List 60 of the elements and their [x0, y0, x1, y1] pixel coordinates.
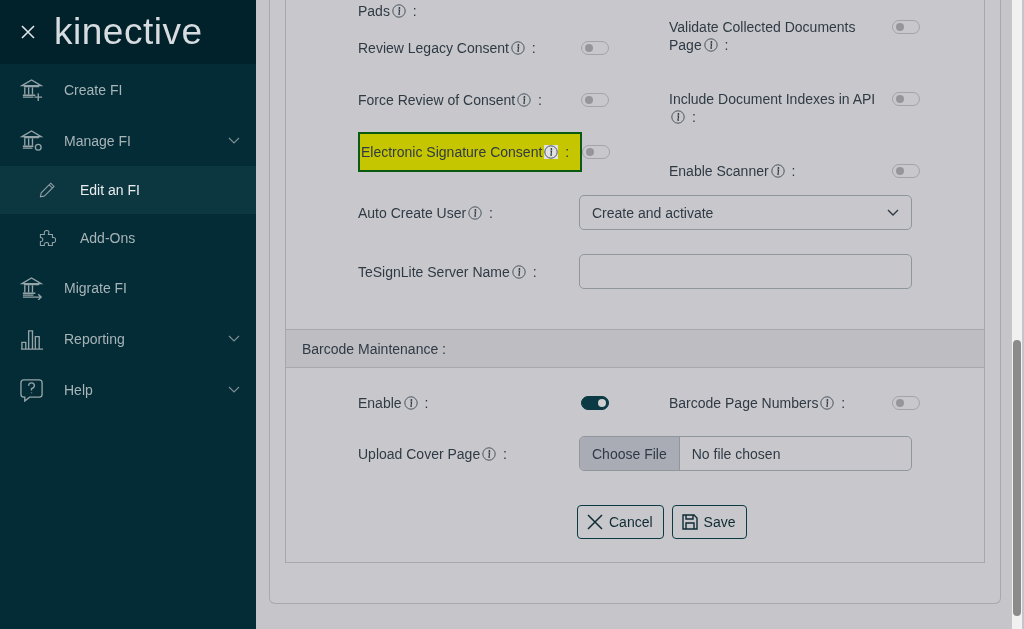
info-icon[interactable] [703, 38, 718, 52]
info-icon[interactable] [517, 93, 532, 107]
toggle-switch[interactable] [892, 396, 920, 410]
sidebar-subitem[interactable]: Edit an FI [0, 166, 256, 214]
info-icon[interactable] [468, 205, 483, 220]
section-header: Barcode Maintenance : [286, 329, 984, 368]
dropdown-select[interactable]: Create and activate [579, 195, 912, 230]
sidebar-item[interactable]: Reporting [0, 313, 256, 364]
toggle-switch[interactable] [892, 20, 920, 34]
field-label: TeSignLite Server Name : [358, 262, 538, 281]
field-label: Enable : [358, 394, 430, 412]
close-icon [586, 513, 604, 531]
logo: kinective [54, 11, 203, 53]
field-label: Enable Scanner : [669, 162, 797, 180]
chevron-down-icon[interactable] [228, 385, 240, 394]
close-icon[interactable] [20, 24, 36, 40]
text-input[interactable] [579, 254, 912, 289]
toggle-switch[interactable] [581, 396, 609, 410]
toggle-switch[interactable] [892, 92, 920, 106]
info-icon[interactable] [544, 145, 559, 159]
sidebar-subitem[interactable]: Add-Ons [0, 214, 256, 262]
field-label: Validate Collected Documents Page : [669, 18, 857, 54]
sidebar-item[interactable]: Create FI [0, 64, 256, 115]
save-button[interactable]: Save [671, 505, 747, 539]
file-input[interactable]: Choose File No file chosen [579, 436, 912, 471]
field-label: Barcode Page Numbers : [669, 394, 847, 412]
info-icon[interactable] [403, 396, 418, 410]
pencil-icon [38, 180, 58, 200]
field-label: Force Review of Consent : [358, 91, 543, 109]
info-icon[interactable] [770, 164, 785, 178]
cancel-button[interactable]: Cancel [577, 505, 664, 539]
sidebar-icon [20, 377, 44, 402]
chevron-down-icon [887, 208, 899, 217]
info-icon[interactable] [511, 41, 525, 55]
sidebar-item[interactable]: Help [0, 364, 256, 415]
puzzle-icon [38, 228, 58, 248]
field-label: Review Legacy Consent : [358, 39, 537, 57]
field-label: Auto Create User : [358, 203, 494, 222]
sidebar-icon [20, 275, 44, 300]
info-icon[interactable] [482, 446, 497, 461]
toggle-switch[interactable] [582, 145, 610, 159]
chevron-down-icon[interactable] [228, 136, 240, 145]
field-label: Include Document Indexes in API : [669, 90, 877, 126]
sidebar-icon [20, 128, 44, 153]
toggle-switch[interactable] [581, 41, 609, 55]
info-icon[interactable] [671, 110, 685, 124]
info-icon[interactable] [511, 264, 526, 279]
field-label: Electronic Signature Consent : [361, 143, 571, 161]
toggle-switch[interactable] [581, 93, 609, 107]
choose-file-button[interactable]: Choose File [580, 437, 680, 470]
info-icon[interactable] [391, 4, 406, 18]
sidebar-item[interactable]: Manage FI [0, 115, 256, 166]
chevron-down-icon[interactable] [228, 334, 240, 343]
sidebar-icon [20, 77, 44, 102]
toggle-switch[interactable] [892, 164, 920, 178]
info-icon[interactable] [820, 396, 835, 410]
field-label: Pads : [358, 2, 418, 20]
sidebar-item[interactable]: Migrate FI [0, 262, 256, 313]
scrollbar[interactable] [1012, 0, 1022, 629]
field-label: Upload Cover Page : [358, 444, 508, 463]
